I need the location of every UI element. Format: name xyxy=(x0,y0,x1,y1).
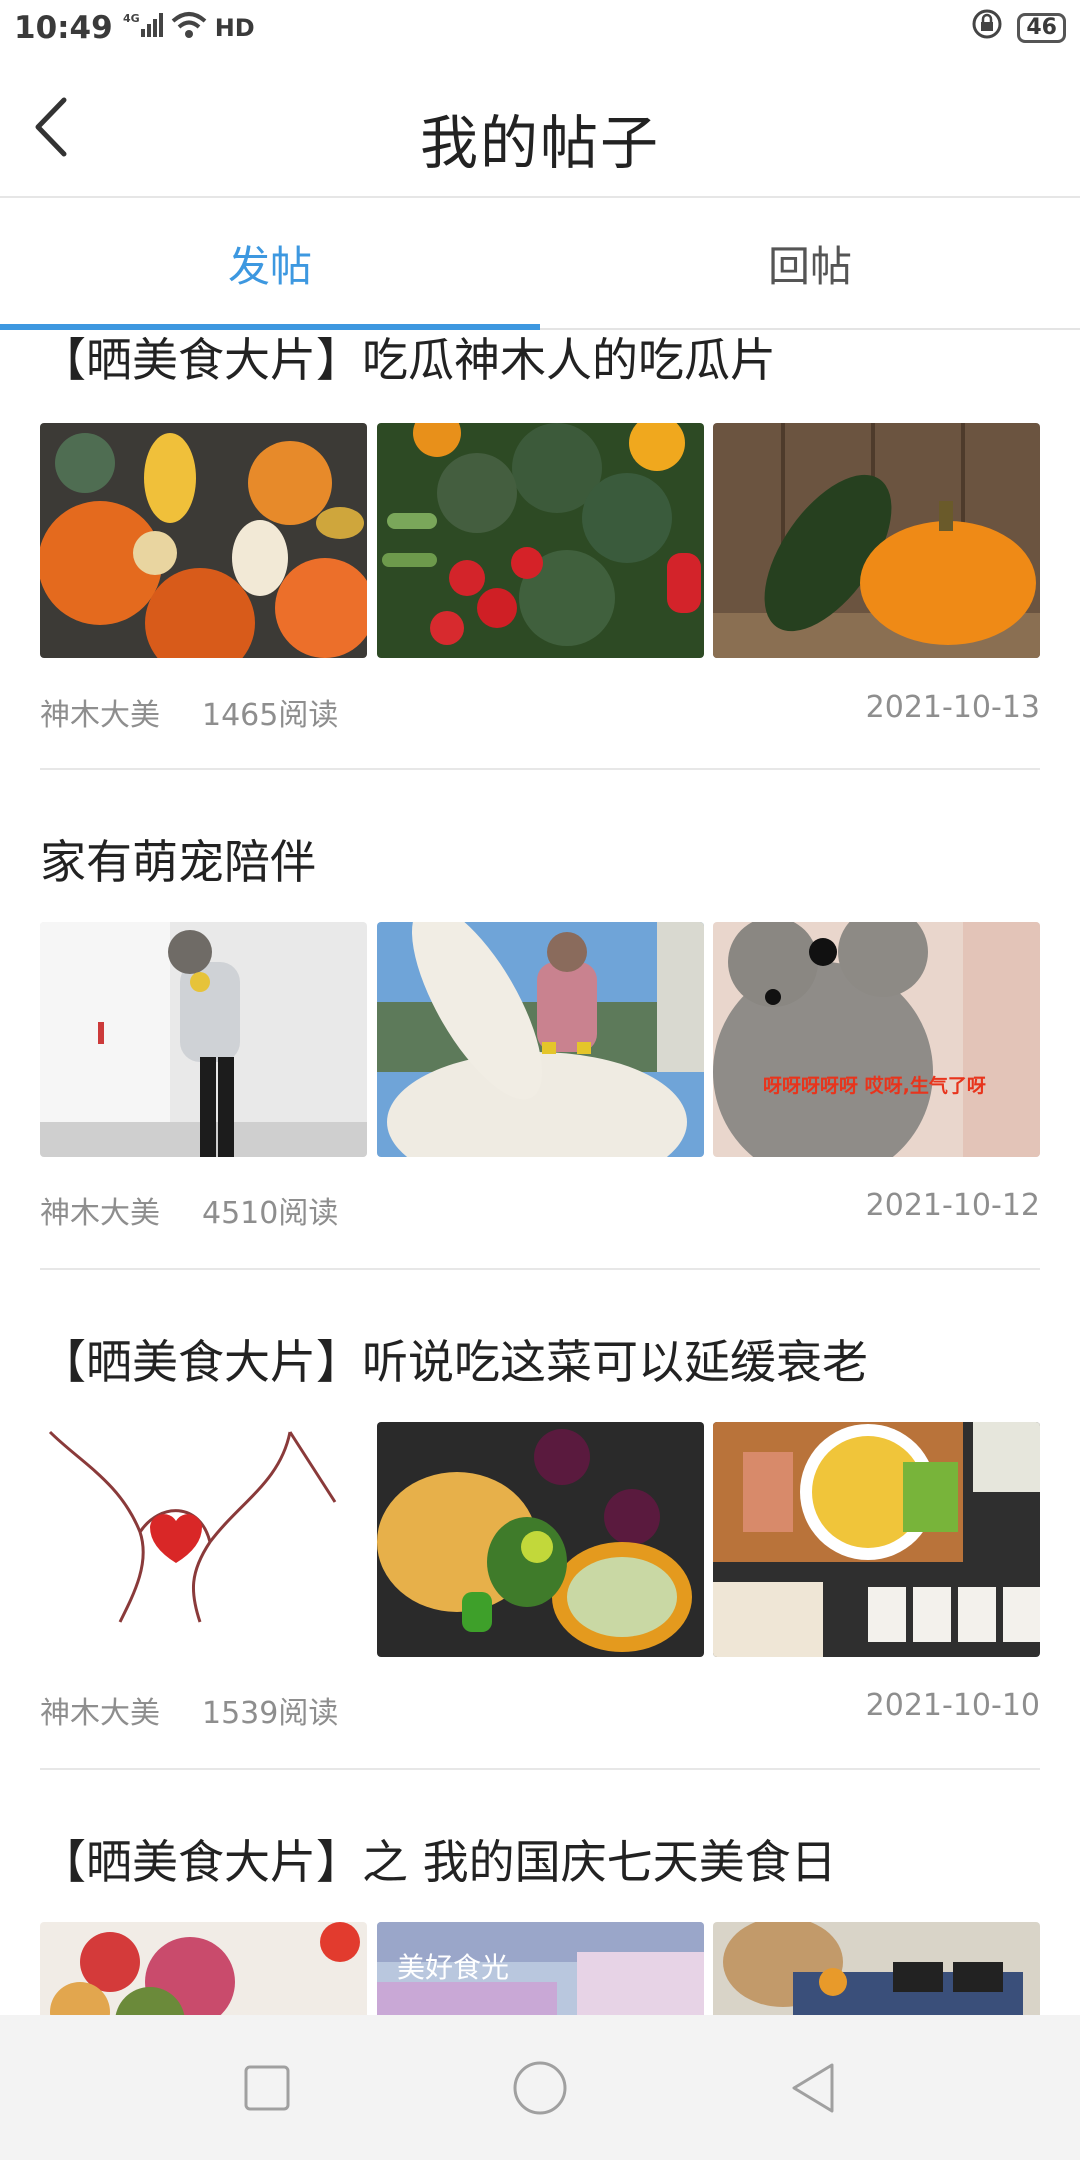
recents-button[interactable] xyxy=(232,2053,302,2123)
status-time: 10:49 xyxy=(14,10,113,46)
svg-text:4G: 4G xyxy=(123,12,140,25)
post-author: 神木大美 xyxy=(40,1196,160,1231)
post-title: 家有萌宠陪伴 xyxy=(40,835,316,889)
vegetable-basket-photo[interactable] xyxy=(376,1422,704,1657)
post-title: 【晒美食大片】吃瓜神木人的吃瓜片 xyxy=(40,333,776,387)
post-title: 【晒美食大片】听说吃这菜可以延缓衰老 xyxy=(40,1335,868,1389)
post-date: 2021-10-10 xyxy=(865,1688,1040,1723)
system-back-button[interactable] xyxy=(778,2053,848,2123)
post-read-count: 1465阅读 xyxy=(202,698,339,733)
post-item[interactable]: 【晒美食大片】之 我的国庆七天美食日 美好食光 xyxy=(40,1770,1040,2015)
food-poster-photo[interactable]: 美好食光 xyxy=(376,1922,704,2015)
bread-tray-photo[interactable] xyxy=(713,1922,1040,2015)
dog-on-sculpture-photo[interactable] xyxy=(376,922,704,1157)
tab-replies[interactable]: 回帖 xyxy=(540,198,1080,328)
triangle-back-icon xyxy=(792,2063,834,2112)
person-holding-dog-photo[interactable] xyxy=(40,922,367,1157)
lock-rotation-icon xyxy=(971,8,1003,48)
post-item[interactable]: 【晒美食大片】吃瓜神木人的吃瓜片 神木大美 1465阅读 2021-10-13 xyxy=(40,330,1040,770)
squash-pumpkin-photo[interactable] xyxy=(713,423,1040,658)
post-read-count: 1539阅读 xyxy=(202,1696,339,1731)
post-title: 【晒美食大片】之 我的国庆七天美食日 xyxy=(40,1835,837,1889)
page-title: 我的帖子 xyxy=(419,109,660,177)
post-read-count: 4510阅读 xyxy=(202,1196,339,1231)
post-item[interactable]: 【晒美食大片】听说吃这菜可以延缓衰老 神木大美 1539阅读 2021-10-1… xyxy=(40,1270,1040,1770)
post-author: 神木大美 xyxy=(40,1696,160,1731)
post-author: 神木大美 xyxy=(40,698,160,733)
image-caption-text: 呀呀呀呀呀 哎呀,生气了呀 xyxy=(763,1074,986,1097)
app-header: 我的帖子 xyxy=(0,56,1080,198)
cellular-signal-icon: 4G xyxy=(123,9,163,47)
poodle-photo[interactable]: 呀呀呀呀呀 哎呀,生气了呀 xyxy=(713,922,1040,1157)
post-feed[interactable]: 【晒美食大片】吃瓜神木人的吃瓜片 神木大美 1465阅读 2021-10-13 … xyxy=(0,330,1080,2015)
tab-indicator xyxy=(0,324,540,330)
circle-icon xyxy=(513,2061,567,2114)
status-bar: 10:49 4G HD 46 xyxy=(0,0,1080,56)
square-icon xyxy=(244,2065,290,2110)
cutting-board-dishes-photo[interactable] xyxy=(713,1422,1040,1657)
pumpkins-photo[interactable] xyxy=(40,423,367,658)
vegetables-photo[interactable] xyxy=(376,423,704,658)
fruit-bowls-photo[interactable] xyxy=(40,1922,367,2015)
tab-bar: 发帖 回帖 xyxy=(0,198,1080,330)
battery-indicator: 46 xyxy=(1017,13,1066,43)
post-item[interactable]: 家有萌宠陪伴 呀呀呀呀呀 哎呀,生气了呀 神木大美 4510阅读 2021-10… xyxy=(40,800,1040,1270)
post-divider xyxy=(40,768,1040,770)
tab-posts[interactable]: 发帖 xyxy=(0,198,540,328)
hd-icon: HD xyxy=(214,14,255,42)
image-caption-text: 美好食光 xyxy=(397,1951,509,1984)
post-date: 2021-10-13 xyxy=(865,690,1040,725)
wifi-icon xyxy=(171,9,207,47)
home-button[interactable] xyxy=(505,2053,575,2123)
heart-hands-drawing[interactable] xyxy=(40,1422,367,1657)
post-date: 2021-10-12 xyxy=(865,1188,1040,1223)
system-nav-bar xyxy=(0,2015,1080,2160)
